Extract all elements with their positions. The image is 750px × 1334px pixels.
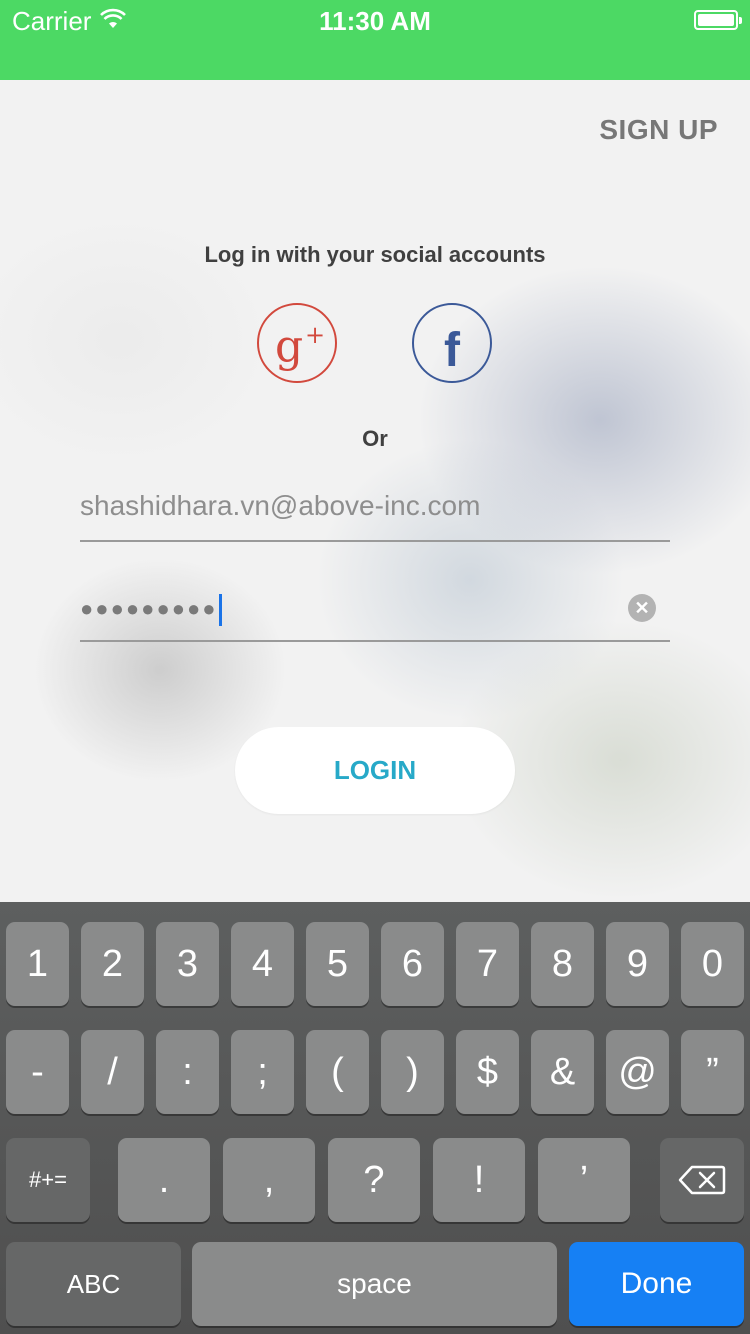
key-comma[interactable]: , bbox=[223, 1138, 315, 1222]
key-colon[interactable]: : bbox=[156, 1030, 219, 1114]
battery-icon bbox=[694, 10, 742, 30]
svg-text:g: g bbox=[275, 321, 303, 372]
key-question[interactable]: ? bbox=[328, 1138, 420, 1222]
key-close-paren[interactable]: ) bbox=[381, 1030, 444, 1114]
key-open-paren[interactable]: ( bbox=[306, 1030, 369, 1114]
social-heading: Log in with your social accounts bbox=[204, 242, 546, 267]
signup-button[interactable]: SIGN UP bbox=[599, 114, 718, 146]
login-button[interactable]: LOGIN bbox=[235, 727, 515, 814]
backspace-icon bbox=[678, 1165, 726, 1195]
email-value: shashidhara.vn@above-inc.com bbox=[80, 490, 481, 521]
google-plus-button[interactable]: g + bbox=[257, 303, 337, 383]
key-0[interactable]: 0 bbox=[681, 922, 744, 1006]
facebook-icon: f bbox=[444, 324, 461, 377]
key-period[interactable]: . bbox=[118, 1138, 210, 1222]
password-field[interactable]: ●●●●●●●●● ✕ bbox=[80, 580, 670, 642]
svg-text:+: + bbox=[305, 321, 325, 349]
key-5[interactable]: 5 bbox=[306, 922, 369, 1006]
key-4[interactable]: 4 bbox=[231, 922, 294, 1006]
key-exclamation[interactable]: ! bbox=[433, 1138, 525, 1222]
login-screen: SIGN UP Log in with your social accounts… bbox=[0, 80, 750, 902]
key-semicolon[interactable]: ; bbox=[231, 1030, 294, 1114]
svg-text:f: f bbox=[444, 324, 461, 377]
or-divider: Or bbox=[362, 426, 388, 451]
key-2[interactable]: 2 bbox=[81, 922, 144, 1006]
key-dollar[interactable]: $ bbox=[456, 1030, 519, 1114]
key-slash[interactable]: / bbox=[81, 1030, 144, 1114]
key-apostrophe[interactable]: ’ bbox=[538, 1138, 630, 1222]
google-plus-icon: g + bbox=[275, 321, 325, 372]
clear-icon[interactable]: ✕ bbox=[628, 594, 656, 622]
key-abc[interactable]: ABC bbox=[6, 1242, 181, 1326]
email-field[interactable]: shashidhara.vn@above-inc.com bbox=[80, 480, 670, 542]
password-dots: ●●●●●●●●● bbox=[80, 594, 222, 626]
status-bar: Carrier 11:30 AM bbox=[0, 0, 750, 80]
text-cursor bbox=[218, 594, 222, 626]
key-8[interactable]: 8 bbox=[531, 922, 594, 1006]
status-time: 11:30 AM bbox=[319, 6, 431, 36]
key-at[interactable]: @ bbox=[606, 1030, 669, 1114]
key-6[interactable]: 6 bbox=[381, 922, 444, 1006]
key-ampersand[interactable]: & bbox=[531, 1030, 594, 1114]
key-7[interactable]: 7 bbox=[456, 922, 519, 1006]
key-space[interactable]: space bbox=[192, 1242, 557, 1326]
key-more-symbols[interactable]: #+= bbox=[6, 1138, 90, 1222]
key-done[interactable]: Done bbox=[569, 1242, 744, 1326]
key-3[interactable]: 3 bbox=[156, 922, 219, 1006]
key-1[interactable]: 1 bbox=[6, 922, 69, 1006]
key-hyphen[interactable]: - bbox=[6, 1030, 69, 1114]
key-quote[interactable]: ” bbox=[681, 1030, 744, 1114]
key-9[interactable]: 9 bbox=[606, 922, 669, 1006]
backspace-key[interactable] bbox=[660, 1138, 744, 1222]
facebook-button[interactable]: f bbox=[412, 303, 492, 383]
keyboard: 1 2 3 4 5 6 7 8 9 0 - / : ; ( ) $ & @ ” … bbox=[0, 902, 750, 1334]
